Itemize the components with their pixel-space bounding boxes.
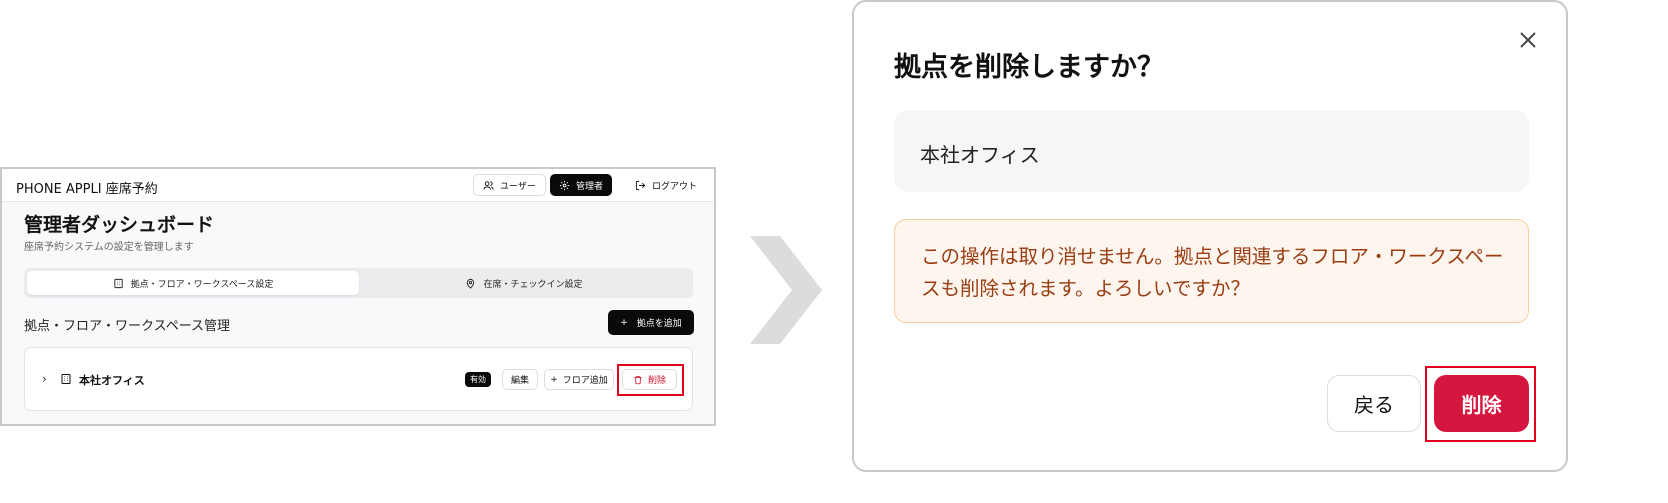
site-name-box: 本社オフィス [894,110,1529,192]
plus-icon: + [550,374,558,385]
page-title: 管理者ダッシュボード [24,214,215,236]
back-label: 戻る [1354,393,1394,417]
status-badge: 有効 [465,372,491,387]
back-button[interactable]: 戻る [1327,375,1421,432]
tab-site-settings[interactable]: 拠点・フロア・ワークスペース設定 [27,271,359,295]
site-name: 本社オフィス [920,143,1040,167]
edit-site-button[interactable]: 編集 [502,369,538,390]
tab-label: 拠点・フロア・ワークスペース設定 [130,279,274,290]
tab-label: 在席・チェックイン設定 [483,279,583,290]
chevron-right-icon[interactable]: › [42,372,47,386]
building-icon [114,278,123,288]
add-site-button[interactable]: + 拠点を追加 [608,310,694,335]
logout-icon [635,180,646,190]
user-button-label: ユーザー [500,181,536,192]
edit-label: 編集 [510,376,529,386]
users-icon [483,180,494,190]
chevron-right-icon [750,236,822,344]
warning-text: この操作は取り消せません。拠点と関連するフロア・ワークスペースも削除されます。よ… [921,245,1504,300]
add-site-label: 拠点を追加 [636,319,682,329]
building-icon [61,374,71,384]
user-button[interactable]: ユーザー [473,174,546,196]
map-pin-icon [467,278,475,289]
gear-icon [559,180,570,190]
logout-button-label: ログアウト [652,181,698,192]
delete-confirm-dialog: 拠点を削除しますか？ 本社オフィス この操作は取り消せません。拠点と関連するフロ… [852,0,1568,472]
section-title: 拠点・フロア・ワークスペース管理 [24,319,231,334]
main-content: 管理者ダッシュボード 座席予約システムの設定を管理します 拠点・フロア・ワークス… [2,202,714,424]
tab-checkin-settings[interactable]: 在席・チェックイン設定 [358,271,690,295]
admin-button[interactable]: 管理者 [550,174,613,196]
highlight-box [617,364,684,396]
site-name: 本社オフィス [79,374,145,387]
add-floor-label: フロア追加 [562,376,608,386]
plus-icon: + [620,317,628,328]
close-icon[interactable] [1516,28,1540,52]
app-title: PHONE APPLI 座席予約 [16,182,158,197]
logout-button[interactable]: ログアウト [626,174,706,196]
page-subtitle: 座席予約システムの設定を管理します [24,242,194,253]
dialog-title: 拠点を削除しますか？ [894,52,1164,83]
settings-tabs: 拠点・フロア・ワークスペース設定 在席・チェックイン設定 [24,268,693,298]
add-floor-button[interactable]: + フロア追加 [544,369,614,390]
app-header: PHONE APPLI 座席予約 ユーザー 管理者 ログアウト [2,169,714,202]
app-screenshot: PHONE APPLI 座席予約 ユーザー 管理者 ログアウト 管理者ダッシュボ… [0,167,716,426]
warning-box: この操作は取り消せません。拠点と関連するフロア・ワークスペースも削除されます。よ… [894,219,1529,323]
admin-button-label: 管理者 [576,181,604,192]
site-card: › 本社オフィス 有効 編集 + フロア追加 削除 [24,347,693,411]
highlight-box [1425,366,1536,442]
